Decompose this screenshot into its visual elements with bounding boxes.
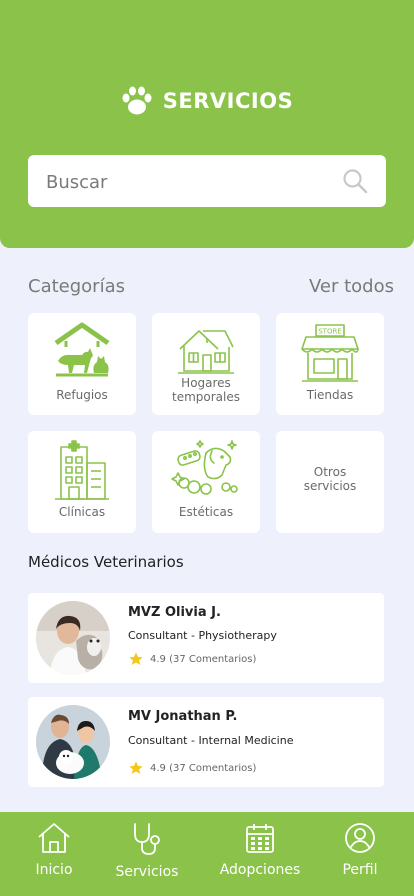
- store-sign: STORE: [318, 328, 342, 336]
- tab-adopciones[interactable]: Adopciones: [212, 822, 308, 878]
- category-hogares-temporales[interactable]: Hogares temporales: [152, 313, 260, 415]
- category-label: Refugios: [56, 388, 108, 402]
- category-esteticas[interactable]: Estéticas: [152, 431, 260, 533]
- category-tiendas[interactable]: STORE Tiendas: [276, 313, 384, 415]
- calendar-icon: [246, 824, 274, 853]
- tab-label: Inicio: [35, 862, 73, 878]
- category-label: Tiendas: [306, 388, 354, 402]
- category-label: Clínicas: [58, 505, 106, 519]
- rating-text: 4.9 (37 Comentarios): [150, 762, 257, 774]
- bottom-tab-bar: Inicio Servicios Adopciones Perfil: [0, 812, 414, 896]
- grooming-icon: [171, 440, 238, 495]
- tab-label: Perfil: [342, 862, 378, 878]
- user-icon: [345, 823, 375, 853]
- tab-perfil[interactable]: Perfil: [336, 822, 384, 878]
- vet-card[interactable]: MV Jonathan P. Consultant - Internal Med…: [28, 697, 384, 787]
- categories-header: Categorías Ver todos: [28, 276, 394, 297]
- category-label: Hogares temporales: [172, 376, 240, 404]
- category-refugios[interactable]: Refugios: [28, 313, 136, 415]
- tab-servicios[interactable]: Servicios: [110, 822, 184, 880]
- vet-rating: 4.9 (37 Comentarios): [128, 760, 256, 776]
- star-icon: [129, 761, 143, 774]
- category-clinicas[interactable]: Clínicas: [28, 431, 136, 533]
- clinic-icon: [55, 440, 109, 500]
- category-otros-servicios[interactable]: Otros servicios: [276, 431, 384, 533]
- see-all-link[interactable]: Ver todos: [309, 276, 394, 297]
- vet-name: MVZ Olivia J.: [128, 605, 221, 620]
- paw-icon: [122, 86, 152, 115]
- vets-title: Médicos Veterinarios: [28, 553, 184, 571]
- search-icon[interactable]: [342, 168, 368, 194]
- tab-label: Adopciones: [219, 862, 301, 878]
- shelter-icon: [54, 322, 110, 377]
- vet-rating: 4.9 (37 Comentarios): [128, 651, 256, 667]
- search-box[interactable]: [28, 155, 386, 209]
- category-label: Estéticas: [178, 505, 234, 519]
- store-icon: STORE: [301, 324, 359, 382]
- vet-name: MV Jonathan P.: [128, 709, 238, 724]
- brand: SERVICIOS: [0, 86, 414, 116]
- home-icon: [38, 823, 70, 853]
- avatar: [36, 705, 110, 779]
- vet-card[interactable]: MVZ Olivia J. Consultant - Physiotherapy…: [28, 593, 384, 683]
- house-icon: [178, 330, 234, 374]
- vet-role: Consultant - Internal Medicine: [128, 734, 294, 747]
- tab-label: Servicios: [115, 864, 179, 880]
- rating-text: 4.9 (37 Comentarios): [150, 653, 257, 665]
- categories-title: Categorías: [28, 276, 125, 297]
- tab-inicio[interactable]: Inicio: [28, 822, 80, 878]
- category-label: Otros servicios: [303, 465, 357, 493]
- page-title: SERVICIOS: [162, 89, 294, 113]
- search-input[interactable]: [44, 155, 338, 209]
- vet-role: Consultant - Physiotherapy: [128, 629, 277, 642]
- header: SERVICIOS: [0, 0, 414, 248]
- avatar: [36, 601, 110, 675]
- stethoscope-icon: [134, 823, 160, 855]
- star-icon: [129, 652, 143, 665]
